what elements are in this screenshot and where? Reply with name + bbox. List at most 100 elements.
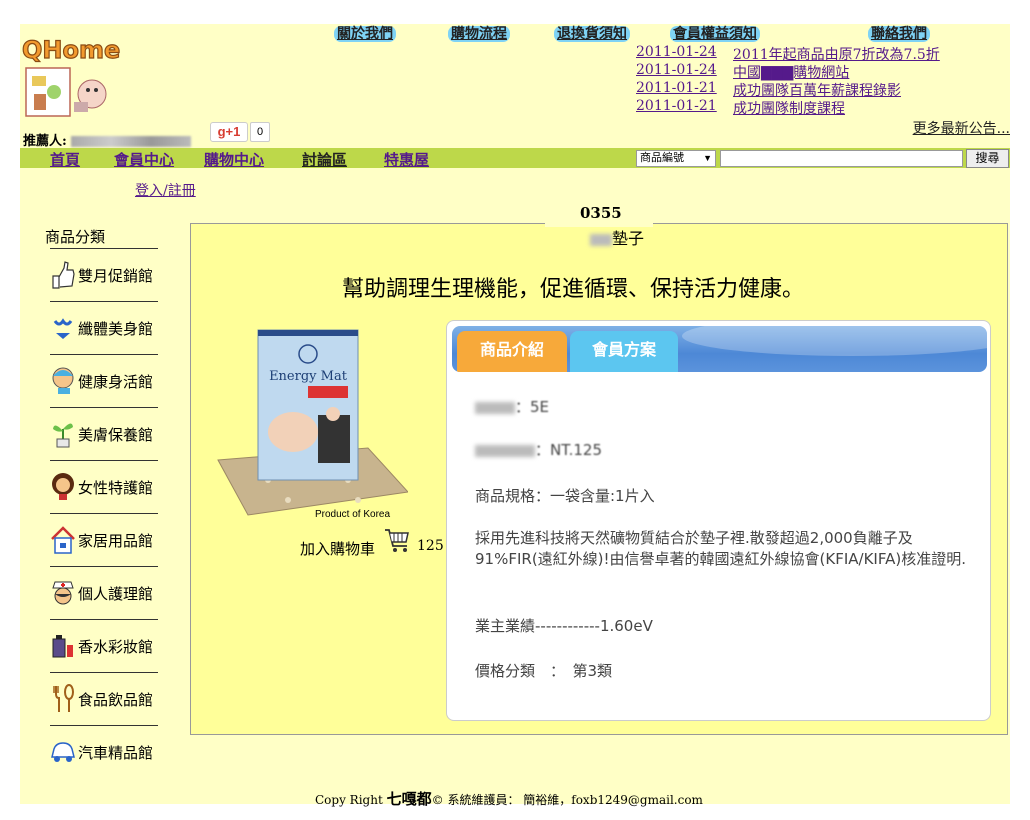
price-class: 價格分類 ： 第3類 bbox=[475, 662, 613, 680]
footer-prefix: Copy Right bbox=[315, 793, 387, 807]
link-return-policy[interactable]: 退換貨須知 bbox=[554, 26, 630, 42]
nav-member-center[interactable]: 會員中心 bbox=[114, 149, 174, 170]
site-logo[interactable]: QHome bbox=[20, 32, 120, 122]
gplus-count: 0 bbox=[250, 122, 270, 142]
category-item[interactable]: 健康身活館 bbox=[50, 358, 170, 402]
divider bbox=[50, 407, 158, 408]
link-member-rights[interactable]: 會員權益須知 bbox=[670, 26, 760, 42]
divider bbox=[50, 672, 158, 673]
utensils-icon bbox=[53, 684, 74, 712]
divider bbox=[50, 248, 158, 249]
info-label-redacted bbox=[475, 401, 515, 414]
search-type-value: 商品編號 bbox=[640, 152, 684, 164]
product-name-redacted bbox=[590, 233, 612, 246]
category-label: 家居用品館 bbox=[78, 532, 154, 550]
category-label: 健康身活館 bbox=[78, 373, 154, 391]
news-date: 2011-01-24 bbox=[636, 44, 717, 60]
referrer: 推薦人: bbox=[23, 130, 192, 149]
category-item[interactable]: 香水彩妝館 bbox=[50, 623, 170, 667]
info-value: ：5E bbox=[515, 398, 550, 416]
house-icon bbox=[51, 526, 75, 554]
made-in-label: Product of Korea bbox=[315, 509, 391, 520]
info-line-1: ：5E bbox=[475, 396, 549, 417]
tab-bar: 商品介紹 會員方案 bbox=[452, 326, 987, 372]
product-spec: 商品規格：一袋含量:1片入 bbox=[475, 487, 655, 505]
category-item[interactable]: 家居用品館 bbox=[50, 517, 170, 561]
link-about-us[interactable]: 關於我們 bbox=[334, 26, 396, 42]
nav-home[interactable]: 首頁 bbox=[50, 149, 80, 170]
page-frame: QHome 關於我們 購物流程 退換貨須知 會員權益須知 聯絡我們 2011-0… bbox=[20, 24, 1010, 808]
category-item[interactable]: 女性特護館 bbox=[50, 464, 170, 508]
search-button[interactable]: 搜尋 bbox=[966, 149, 1009, 168]
gplus-button[interactable]: g+1 bbox=[210, 122, 248, 142]
nav-forum[interactable]: 討論區 bbox=[302, 149, 347, 170]
divider bbox=[50, 513, 158, 514]
search-input[interactable] bbox=[720, 150, 963, 167]
category-item[interactable]: 汽車精品館 bbox=[50, 729, 170, 773]
news-date: 2011-01-21 bbox=[636, 98, 717, 114]
search-type-select[interactable]: 商品編號 ▼ bbox=[636, 150, 716, 167]
logo-text: QHome bbox=[22, 36, 120, 64]
footer-contact: © 系統維護員： 簡裕維，foxb1249@gmail.com bbox=[431, 793, 703, 807]
link-shopping-process[interactable]: 購物流程 bbox=[448, 26, 510, 42]
info-line-2: ：NT.125 bbox=[475, 439, 602, 460]
news-title[interactable]: 成功團隊百萬年薪課程錄影 bbox=[733, 80, 901, 100]
news-title[interactable]: 中國▇▇▇購物網站 bbox=[733, 62, 849, 82]
nav-shopping-center[interactable]: 購物中心 bbox=[204, 149, 264, 170]
product-price: 125 bbox=[417, 538, 444, 554]
category-title: 商品分類 bbox=[45, 228, 106, 246]
product-code: 0355 bbox=[580, 204, 622, 222]
divider bbox=[50, 460, 158, 461]
decorative-wave bbox=[682, 326, 987, 356]
product-slogan: 幫助調理生理機能，促進循環、保持活力健康。 bbox=[342, 277, 805, 302]
category-item[interactable]: 食品飲品館 bbox=[50, 676, 170, 720]
news-title[interactable]: 2011年起商品由原7折改為7.5折 bbox=[733, 44, 940, 64]
perfume-icon bbox=[52, 635, 73, 658]
thumbs-up-icon bbox=[52, 261, 75, 289]
info-label-redacted bbox=[475, 444, 535, 457]
image-box-title: Energy Mat bbox=[269, 369, 348, 384]
category-label: 汽車精品館 bbox=[78, 744, 154, 762]
info-value: ：NT.125 bbox=[535, 441, 603, 459]
category-label: 美膚保養館 bbox=[78, 426, 154, 444]
news-title[interactable]: 成功團隊制度課程 bbox=[733, 98, 845, 118]
referrer-label: 推薦人: bbox=[23, 134, 67, 149]
category-label: 雙月促銷館 bbox=[78, 267, 154, 285]
add-to-cart-label[interactable]: 加入購物車 bbox=[300, 538, 375, 559]
divider bbox=[50, 619, 158, 620]
more-news-link[interactable]: 更多最新公告... bbox=[913, 118, 1010, 138]
link-contact-us[interactable]: 聯絡我們 bbox=[868, 26, 930, 42]
sprout-icon bbox=[53, 423, 73, 448]
product-name: 墊子 bbox=[590, 225, 644, 249]
category-item[interactable]: 美膚保養館 bbox=[50, 411, 170, 455]
divider bbox=[50, 566, 158, 567]
category-label: 香水彩妝館 bbox=[78, 638, 154, 656]
category-label: 女性特護館 bbox=[78, 479, 154, 497]
product-performance: 業主業績------------1.60eV bbox=[475, 617, 653, 635]
tab-member-plan[interactable]: 會員方案 bbox=[570, 331, 678, 372]
category-item[interactable]: 個人護理館 bbox=[50, 570, 170, 614]
divider bbox=[50, 725, 158, 726]
woman-icon bbox=[52, 473, 74, 500]
category-item[interactable]: 纖體美身館 bbox=[50, 305, 170, 349]
product-description: 採用先進科技將天然礦物質結合於墊子裡.散發超過2,000負離子及91%FIR(遠… bbox=[475, 529, 966, 568]
footer: Copy Right 七嘎都© 系統維護員： 簡裕維，foxb1249@gmai… bbox=[315, 788, 703, 809]
login-register-link[interactable]: 登入/註冊 bbox=[135, 180, 196, 200]
tab-product-intro[interactable]: 商品介紹 bbox=[457, 331, 567, 372]
page: QHome 關於我們 購物流程 退換貨須知 會員權益須知 聯絡我們 2011-0… bbox=[0, 0, 1030, 820]
product-name-suffix: 墊子 bbox=[612, 229, 645, 248]
chevron-down-icon: ▼ bbox=[703, 153, 712, 163]
category-label: 食品飲品館 bbox=[78, 691, 154, 709]
person-health-icon bbox=[52, 367, 74, 394]
nurse-icon bbox=[52, 581, 74, 605]
bikini-icon bbox=[53, 318, 73, 339]
footer-brand: 七嘎都 bbox=[386, 790, 432, 808]
shopping-cart-icon[interactable] bbox=[383, 524, 411, 554]
category-item[interactable]: 雙月促銷館 bbox=[50, 252, 170, 296]
nav-special-offers[interactable]: 特惠屋 bbox=[384, 149, 429, 170]
news-date: 2011-01-24 bbox=[636, 62, 717, 78]
product-image[interactable]: Energy Mat bbox=[208, 320, 408, 520]
divider bbox=[50, 301, 158, 302]
car-icon bbox=[51, 742, 75, 762]
category-label: 個人護理館 bbox=[78, 585, 154, 603]
